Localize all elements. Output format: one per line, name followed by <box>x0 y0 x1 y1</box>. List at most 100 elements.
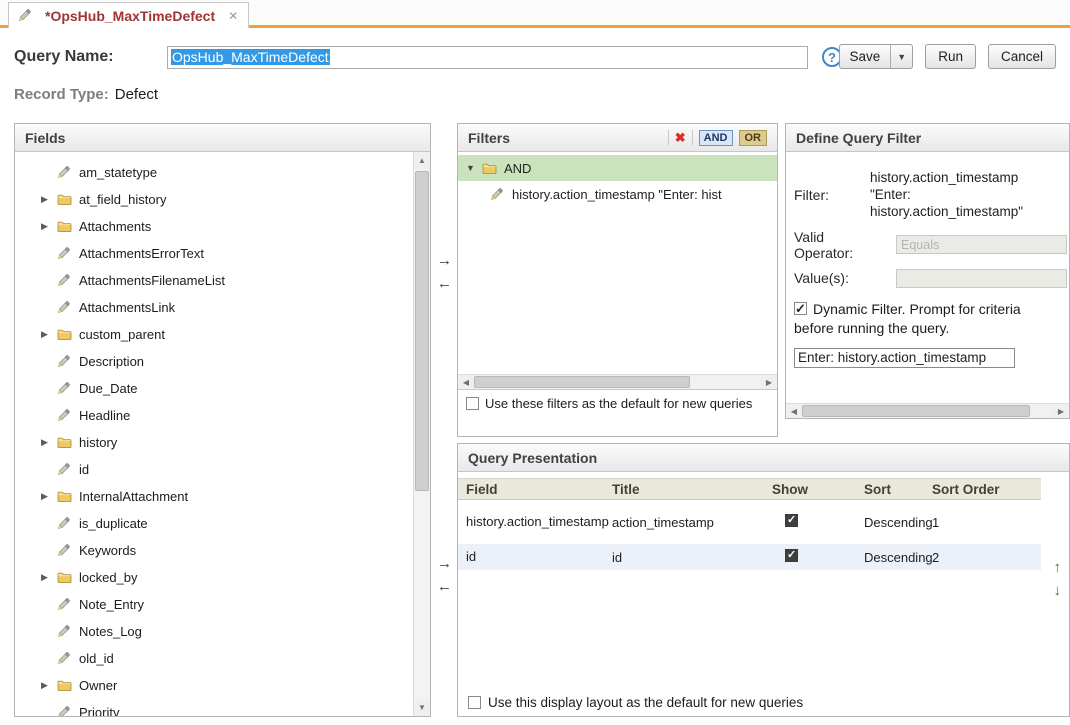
scroll-up-icon[interactable]: ▲ <box>414 152 430 169</box>
show-checkbox[interactable] <box>785 514 798 527</box>
filters-panel: Filters ✖ AND OR ▼ AND history.action_ti… <box>457 123 778 437</box>
filter-condition-node[interactable]: history.action_timestamp "Enter: hist <box>458 181 777 207</box>
action-buttons: Save ▼ Run Cancel <box>839 44 1057 69</box>
move-left-icon[interactable]: ← <box>437 276 452 291</box>
field-tree-item[interactable]: Note_Entry <box>15 591 413 618</box>
field-tree-item[interactable]: Due_Date <box>15 375 413 402</box>
move-right-icon[interactable]: → <box>437 556 452 571</box>
tab-bar: *OpsHub_MaxTimeDefect ✕ <box>0 0 1070 28</box>
query-name-label: Query Name: <box>14 48 114 66</box>
field-tree-item[interactable]: Headline <box>15 402 413 429</box>
move-up-icon[interactable]: ↑ <box>1054 560 1062 575</box>
save-dropdown-button[interactable]: ▼ <box>890 44 913 69</box>
move-down-icon[interactable]: ↓ <box>1054 583 1062 598</box>
pencil-icon <box>57 517 77 530</box>
pencil-icon <box>57 625 77 638</box>
and-button[interactable]: AND <box>699 130 733 146</box>
move-left-icon[interactable]: ← <box>437 579 452 594</box>
default-filters-checkbox[interactable] <box>466 397 479 410</box>
default-layout-checkbox[interactable] <box>468 696 481 709</box>
default-layout-label: Use this display layout as the default f… <box>488 695 803 710</box>
folder-icon <box>57 328 77 341</box>
field-tree-item[interactable]: ▶at_field_history <box>15 186 413 213</box>
field-tree-item[interactable]: am_statetype <box>15 159 413 186</box>
define-query-filter-panel: Define Query Filter Filter: history.acti… <box>785 123 1070 419</box>
folder-icon <box>57 220 77 233</box>
filters-footer: Use these filters as the default for new… <box>458 390 777 436</box>
expand-icon[interactable]: ▶ <box>41 194 57 205</box>
show-checkbox[interactable] <box>785 549 798 562</box>
field-tree-item[interactable]: id <box>15 456 413 483</box>
scroll-left-icon[interactable]: ◀ <box>458 375 474 389</box>
field-tree-item[interactable]: Notes_Log <box>15 618 413 645</box>
expand-icon[interactable]: ▶ <box>41 221 57 232</box>
pencil-icon <box>57 706 77 716</box>
filters-panel-title: Filters <box>468 130 510 146</box>
scrollbar-thumb[interactable] <box>474 376 690 388</box>
field-label: is_duplicate <box>79 516 148 531</box>
field-tree-item[interactable]: is_duplicate <box>15 510 413 537</box>
scrollbar-thumb[interactable] <box>802 405 1030 417</box>
field-tree-item[interactable]: Keywords <box>15 537 413 564</box>
filter-and-node[interactable]: ▼ AND <box>458 155 777 181</box>
field-tree-item[interactable]: AttachmentsLink <box>15 294 413 321</box>
fields-scrollbar[interactable]: ▲ ▼ <box>413 152 430 716</box>
query-presentation-panel: Query Presentation Field Title Show Sort… <box>457 443 1070 717</box>
fields-panel-body: am_statetype▶at_field_history▶Attachment… <box>15 152 430 716</box>
field-label: Owner <box>79 678 117 693</box>
expand-icon[interactable]: ▶ <box>41 437 57 448</box>
cell-field: id <box>466 549 476 564</box>
cancel-button[interactable]: Cancel <box>988 44 1056 69</box>
expand-icon[interactable]: ▶ <box>41 680 57 691</box>
field-label: id <box>79 462 89 477</box>
scroll-left-icon[interactable]: ◀ <box>786 404 802 418</box>
move-right-icon[interactable]: → <box>437 253 452 268</box>
save-button[interactable]: Save <box>839 44 892 69</box>
query-name-row: Query Name: OpsHub_MaxTimeDefect ? Save … <box>14 44 1058 72</box>
record-type-row: Record Type:Defect <box>14 86 158 103</box>
field-tree-item[interactable]: ▶history <box>15 429 413 456</box>
qp-footer: Use this display layout as the default f… <box>468 695 803 710</box>
query-name-input[interactable]: OpsHub_MaxTimeDefect <box>167 46 808 69</box>
field-label: AttachmentsLink <box>79 300 175 315</box>
reorder-controls: ↑ ↓ <box>1054 560 1062 598</box>
field-tree-item[interactable]: AttachmentsErrorText <box>15 240 413 267</box>
prompt-text-input[interactable] <box>794 348 1015 368</box>
scrollbar-thumb[interactable] <box>415 171 429 491</box>
collapse-icon[interactable]: ▼ <box>466 163 482 173</box>
table-row[interactable]: history.action_timestamp action_timestam… <box>458 500 1041 544</box>
folder-icon <box>57 193 77 206</box>
expand-icon[interactable]: ▶ <box>41 572 57 583</box>
field-tree-item[interactable]: AttachmentsFilenameList <box>15 267 413 294</box>
field-tree-item[interactable]: Description <box>15 348 413 375</box>
scroll-down-icon[interactable]: ▼ <box>414 699 430 716</box>
table-row[interactable]: id id Descending 2 <box>458 544 1041 570</box>
col-header-sort-order: Sort Order <box>932 482 1041 497</box>
filters-hscrollbar[interactable]: ◀ ▶ <box>458 374 777 389</box>
scroll-right-icon[interactable]: ▶ <box>761 375 777 389</box>
define-panel-body: Filter: history.action_timestamp "Enter:… <box>786 152 1069 403</box>
dynamic-filter-checkbox[interactable] <box>794 302 807 315</box>
field-tree-item[interactable]: ▶Attachments <box>15 213 413 240</box>
query-tab[interactable]: *OpsHub_MaxTimeDefect ✕ <box>8 2 249 28</box>
define-hscrollbar[interactable]: ◀ ▶ <box>786 403 1069 418</box>
expand-icon[interactable]: ▶ <box>41 329 57 340</box>
pencil-icon <box>57 355 77 368</box>
pencil-icon <box>57 166 77 179</box>
field-tree-item[interactable]: ▶custom_parent <box>15 321 413 348</box>
delete-filter-icon[interactable]: ✖ <box>675 130 686 146</box>
scroll-right-icon[interactable]: ▶ <box>1053 404 1069 418</box>
field-tree-item[interactable]: ▶InternalAttachment <box>15 483 413 510</box>
close-icon[interactable]: ✕ <box>228 9 238 23</box>
field-tree-item[interactable]: old_id <box>15 645 413 672</box>
field-label: locked_by <box>79 570 138 585</box>
or-button[interactable]: OR <box>739 130 768 146</box>
run-button[interactable]: Run <box>925 44 976 69</box>
values-label: Value(s): <box>794 270 896 286</box>
field-tree-item[interactable]: ▶ Owner <box>15 672 413 699</box>
field-tree-item[interactable]: Priority <box>15 699 413 716</box>
qp-table-header: Field Title Show Sort Sort Order <box>458 478 1041 500</box>
expand-icon[interactable]: ▶ <box>41 491 57 502</box>
field-tree-item[interactable]: ▶ locked_by <box>15 564 413 591</box>
default-filters-label: Use these filters as the default for new… <box>485 396 752 411</box>
